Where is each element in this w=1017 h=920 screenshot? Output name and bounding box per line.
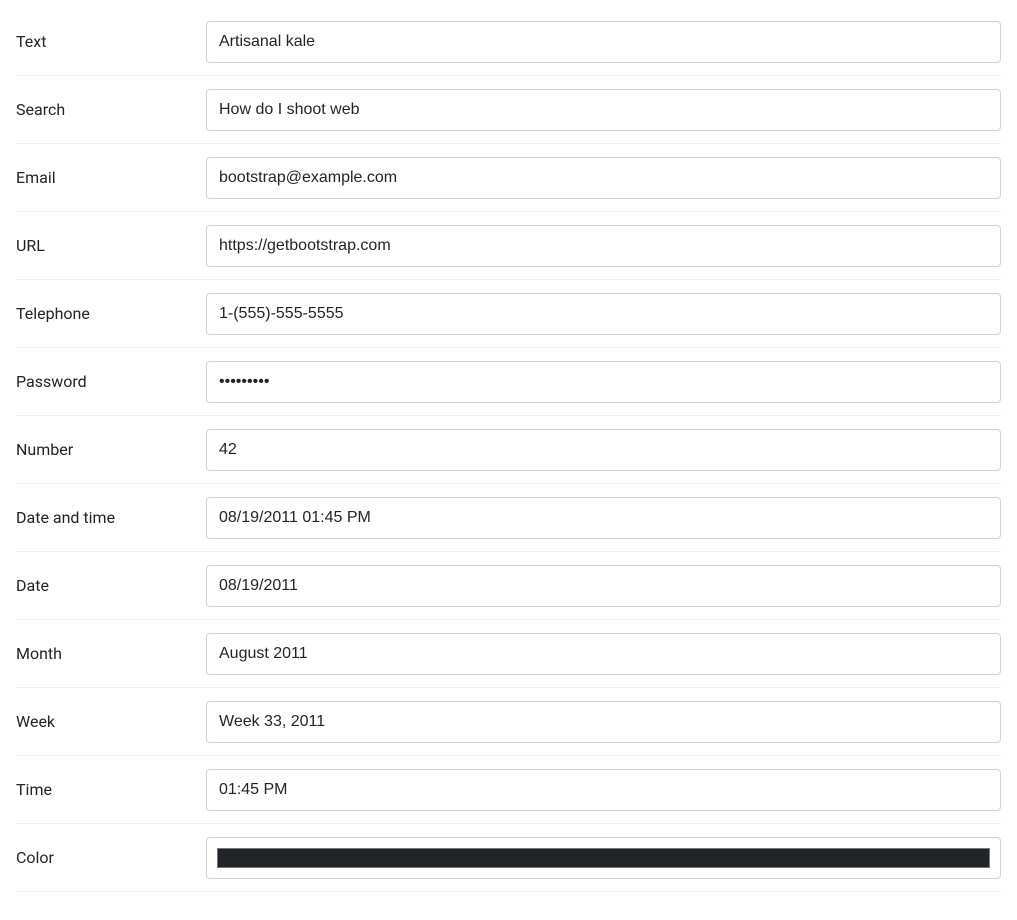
input-number[interactable] (206, 429, 1001, 471)
input-datetime[interactable] (206, 497, 1001, 539)
label-email: Email (16, 168, 206, 187)
label-month: Month (16, 644, 206, 663)
label-date: Date (16, 576, 206, 595)
input-date[interactable] (206, 565, 1001, 607)
label-telephone: Telephone (16, 304, 206, 323)
form-row-time: Time (16, 756, 1001, 824)
label-search: Search (16, 100, 206, 119)
form-row-month: Month (16, 620, 1001, 688)
input-time[interactable] (206, 769, 1001, 811)
label-color: Color (16, 848, 206, 867)
form-row-date: Date (16, 552, 1001, 620)
label-text: Text (16, 32, 206, 51)
input-color[interactable] (215, 844, 992, 872)
form-row-week: Week (16, 688, 1001, 756)
label-time: Time (16, 780, 206, 799)
form-row-url: URL (16, 212, 1001, 280)
label-week: Week (16, 712, 206, 731)
input-week[interactable] (206, 701, 1001, 743)
label-datetime: Date and time (16, 508, 206, 527)
form-row-email: Email (16, 144, 1001, 212)
form-row-number: Number (16, 416, 1001, 484)
form-row-telephone: Telephone (16, 280, 1001, 348)
input-password[interactable] (206, 361, 1001, 403)
label-url: URL (16, 236, 206, 255)
form-row-color: Color (16, 824, 1001, 892)
input-search[interactable] (206, 89, 1001, 131)
input-email[interactable] (206, 157, 1001, 199)
input-url[interactable] (206, 225, 1001, 267)
color-input-wrapper (206, 837, 1001, 879)
input-month[interactable] (206, 633, 1001, 675)
form-row-text: Text (16, 8, 1001, 76)
input-telephone[interactable] (206, 293, 1001, 335)
form-row-search: Search (16, 76, 1001, 144)
label-number: Number (16, 440, 206, 459)
form-row-datetime: Date and time (16, 484, 1001, 552)
form-container: Text Search Email URL Telephone Password Numbe… (16, 8, 1001, 892)
input-text[interactable] (206, 21, 1001, 63)
label-password: Password (16, 372, 206, 391)
form-row-password: Password (16, 348, 1001, 416)
